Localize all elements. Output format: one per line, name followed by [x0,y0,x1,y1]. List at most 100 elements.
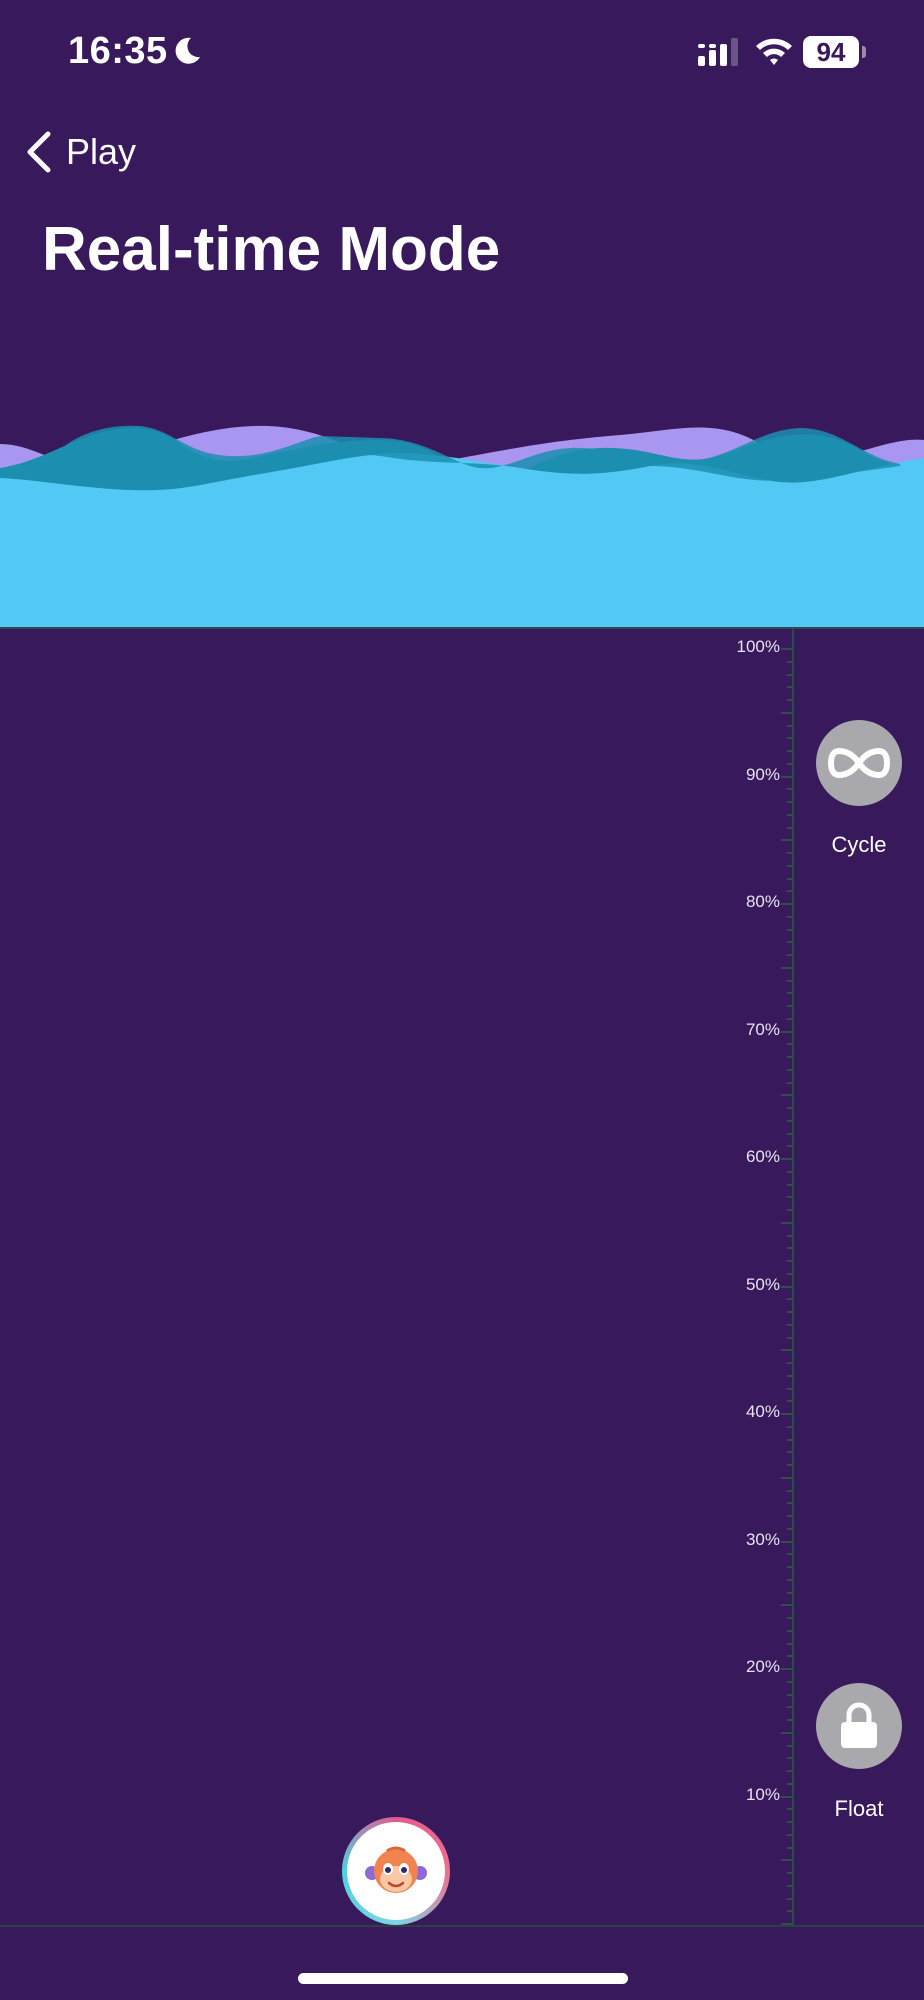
infinity-icon [828,747,890,779]
major-tick [781,966,793,969]
minor-tick [787,1884,793,1887]
minor-tick [787,826,793,829]
minor-tick [787,1132,793,1135]
minor-tick [787,788,793,791]
minor-tick [787,1209,793,1211]
minor-tick [787,1527,793,1530]
minor-tick [787,1655,793,1658]
minor-tick [787,1056,793,1058]
cycle-button[interactable] [816,720,902,806]
major-tick [781,1094,793,1097]
minor-tick [787,1017,793,1020]
minor-tick [787,1247,793,1250]
bottom-divider [0,1925,924,1927]
minor-tick [787,1311,793,1313]
minor-tick [787,813,793,816]
major-tick [781,1285,793,1288]
minor-tick [787,1566,793,1568]
major-tick [781,1476,793,1479]
minor-tick [787,1043,793,1046]
minor-tick [787,750,793,752]
major-tick [781,1540,793,1543]
back-button[interactable]: Play [24,124,136,180]
scale-label: 70% [745,1019,780,1039]
minor-tick [787,1706,793,1709]
minor-tick [787,1107,793,1109]
major-tick [781,1158,793,1160]
chevron-left-icon [27,131,51,173]
float-button[interactable] [816,1683,902,1769]
minor-tick [787,1260,793,1262]
scale-label: 30% [745,1529,780,1549]
scale-label: 50% [745,1274,780,1294]
minor-tick [787,954,793,956]
home-indicator [298,1973,628,1984]
scale-label: 20% [745,1657,780,1676]
major-tick [781,1668,793,1670]
minor-tick [787,1438,793,1441]
avatar-frame [347,1822,445,1920]
minor-tick [787,1196,793,1199]
minor-tick [787,1502,793,1505]
minor-tick [787,1872,793,1874]
scale-label: 100% [736,637,780,656]
minor-tick [787,1578,793,1581]
major-tick [781,1349,793,1352]
minor-tick [787,724,793,727]
minor-tick [787,1489,793,1492]
scale-label: 90% [745,764,780,784]
major-tick [781,1413,793,1415]
wave-visualizer [0,425,924,628]
minor-tick [787,1821,793,1823]
minor-tick [787,1425,793,1428]
moon-icon [175,37,200,64]
minor-tick [787,1374,793,1377]
major-tick [781,1030,793,1033]
minor-tick [787,1719,793,1721]
minor-tick [787,1833,793,1836]
major-tick [781,1795,793,1798]
minor-tick [787,864,793,867]
minor-tick [787,1336,793,1339]
minor-tick [787,852,793,854]
minor-tick [787,992,793,995]
minor-tick [787,1362,793,1364]
minor-tick [787,1298,793,1301]
battery-level: 94 [803,36,859,68]
minor-tick [787,699,793,701]
major-tick [781,1859,793,1862]
minor-tick [787,1744,793,1747]
scale-label: 60% [745,1147,780,1166]
minor-tick [787,1515,793,1517]
minor-tick [787,1145,793,1148]
minor-tick [787,1642,793,1645]
minor-tick [787,915,793,918]
major-tick [781,839,793,842]
minor-tick [787,1782,793,1785]
minor-tick [787,1272,793,1275]
signal-icon [698,38,738,66]
minor-tick [787,1183,793,1186]
minor-tick [787,1234,793,1237]
minor-tick [787,1387,793,1390]
status-bar: 16:35 94 [0,0,924,105]
wifi-icon [756,38,792,65]
avatar-button[interactable] [342,1817,450,1925]
cycle-label: Cycle [831,832,887,857]
minor-tick [787,928,793,931]
major-tick [781,648,793,650]
major-tick [781,711,793,714]
minor-tick [787,1005,793,1007]
scale-label: 80% [745,892,780,911]
minor-tick [787,1170,793,1173]
scale-label: 10% [745,1784,780,1804]
major-tick [781,1604,793,1607]
battery-cap [862,46,866,58]
major-tick [781,775,793,778]
minor-tick [787,1897,793,1900]
minor-tick [787,737,793,740]
minor-tick [787,1680,793,1683]
minor-tick [787,1770,793,1772]
minor-tick [787,1323,793,1326]
minor-tick [787,673,793,676]
